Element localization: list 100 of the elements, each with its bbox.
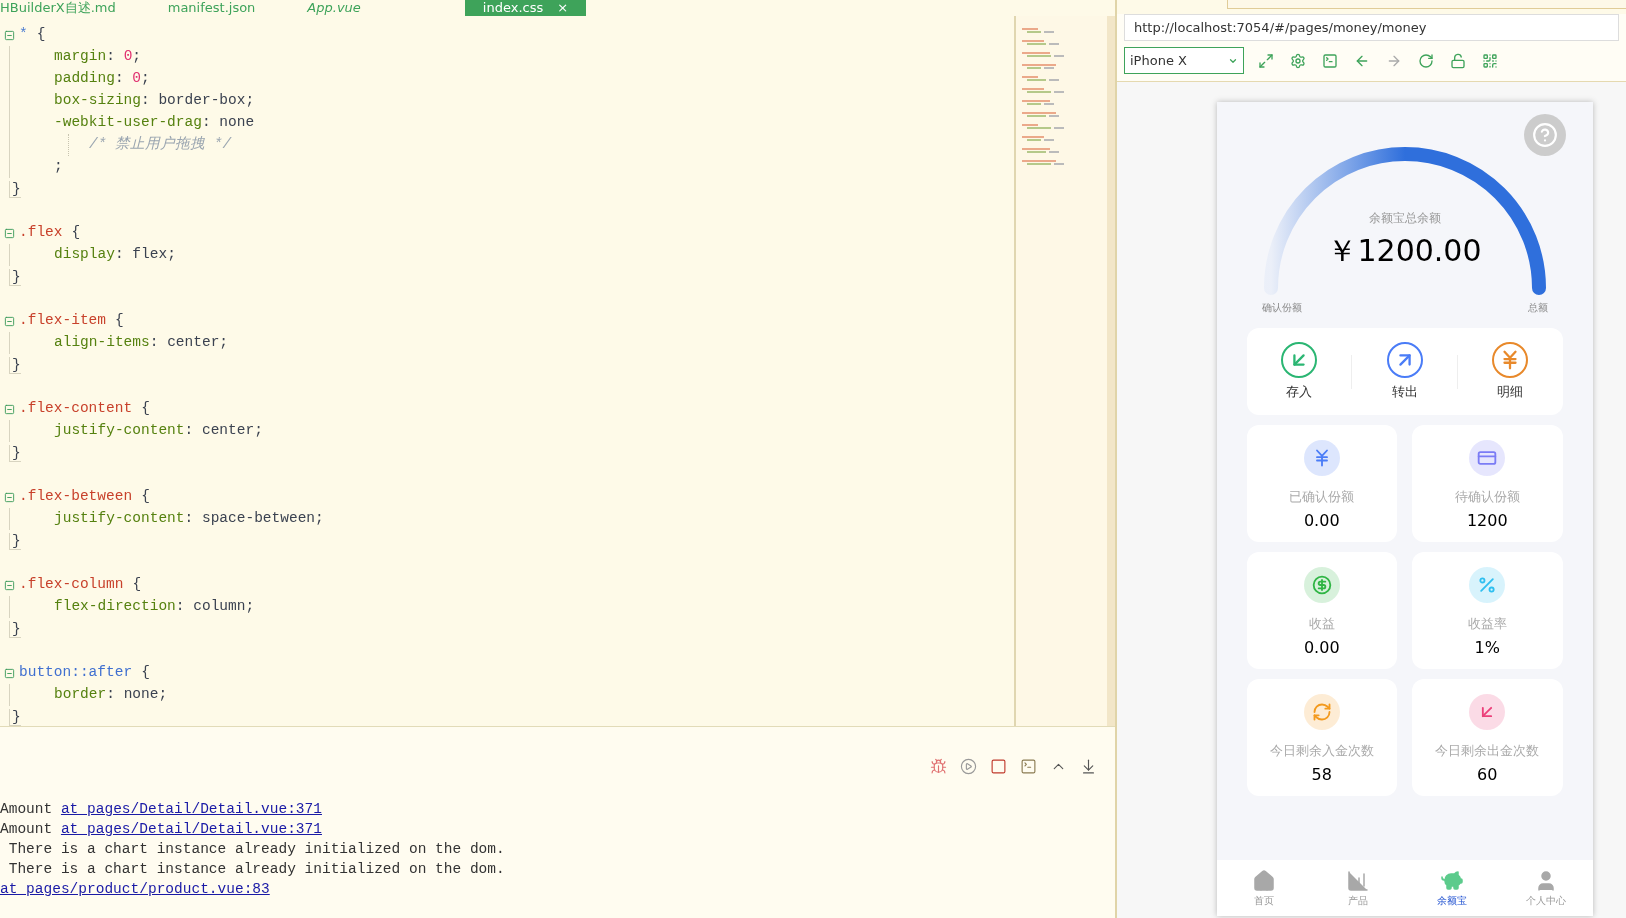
settings-icon[interactable]	[1290, 52, 1306, 69]
gauge-title: 余额宝总余额	[1368, 210, 1441, 227]
unlocked-padlock-icon[interactable]	[1450, 52, 1466, 69]
css-property: border	[54, 685, 107, 705]
code-brace: {	[141, 487, 150, 507]
help-button[interactable]	[1523, 114, 1566, 156]
total-balance: ￥1200.00	[1327, 232, 1482, 270]
help-icon	[1531, 122, 1558, 148]
css-value: none	[123, 685, 159, 705]
gauge-max-label: 总额	[1527, 301, 1548, 315]
css-property: justify-content	[54, 421, 185, 441]
stat-label: 待确认份额	[1454, 488, 1520, 506]
code-punctuation: ;	[254, 421, 263, 441]
source-link[interactable]: at pages/product/product.vue:83	[0, 879, 270, 901]
stat-value: 0.00	[1303, 636, 1340, 659]
code-brace: }	[9, 444, 21, 462]
gauge-min-label: 确认份额	[1261, 301, 1302, 315]
css-property: flex-direction	[54, 597, 176, 617]
css-property: -webkit-user-drag	[54, 113, 202, 133]
stat-value: 60	[1477, 763, 1498, 786]
source-link[interactable]: at pages/Detail/Detail.vue:371	[60, 799, 322, 821]
stat-label: 今日剩余出金次数	[1435, 742, 1540, 760]
css-selector: .flex	[19, 223, 63, 243]
terminal-icon[interactable]	[1020, 758, 1037, 775]
css-value: none	[219, 113, 255, 133]
action-button[interactable]: 存入	[1246, 341, 1352, 402]
fold-icon[interactable]	[4, 667, 15, 679]
code-brace: {	[71, 223, 81, 243]
css-value: 0	[132, 69, 142, 89]
code-punctuation: ;	[158, 685, 168, 705]
css-property: display	[54, 245, 115, 265]
code-punctuation: :	[106, 685, 116, 705]
resize-icon[interactable]	[1258, 52, 1274, 69]
fold-icon[interactable]	[4, 403, 15, 415]
css-value: flex	[132, 245, 168, 265]
css-selector: .flex-content	[19, 399, 133, 419]
code-brace: }	[9, 708, 21, 726]
reload-icon[interactable]	[1418, 52, 1434, 69]
code-punctuation: ;	[245, 597, 255, 617]
stop-icon[interactable]	[990, 758, 1007, 775]
stat-value: 1%	[1474, 636, 1500, 659]
css-selector: .flex-column	[19, 575, 124, 595]
css-property: justify-content	[54, 509, 185, 529]
css-property: margin	[54, 47, 107, 67]
fold-icon[interactable]	[4, 315, 15, 327]
code-punctuation: ;	[132, 47, 142, 67]
code-punctuation: :	[184, 509, 195, 529]
stat-label: 收益率	[1467, 615, 1507, 633]
action-button[interactable]: 明细	[1457, 341, 1563, 402]
code-punctuation: ;	[167, 245, 176, 265]
action-button[interactable]: 转出	[1352, 341, 1457, 402]
code-punctuation: :	[141, 91, 151, 111]
code-brace: {	[141, 399, 150, 419]
code-punctuation: :	[201, 113, 212, 133]
device-select[interactable]: iPhone X	[1124, 47, 1244, 74]
code-brace: }	[9, 620, 21, 638]
code-punctuation: ;	[245, 91, 255, 111]
stat-label: 已确认份额	[1289, 488, 1355, 506]
code-brace: {	[36, 25, 46, 45]
css-value: border-box	[158, 91, 246, 111]
css-value: center	[201, 421, 255, 441]
code-brace: }	[9, 356, 21, 374]
terminal-icon[interactable]	[1322, 52, 1338, 69]
code-punctuation: :	[114, 69, 125, 89]
css-property: padding	[54, 69, 115, 89]
code-punctuation: :	[184, 421, 195, 441]
replay-icon[interactable]	[960, 758, 977, 775]
css-property: align-items	[54, 333, 150, 353]
fold-icon[interactable]	[4, 29, 15, 41]
stat-label: 收益	[1308, 615, 1335, 633]
css-value: center	[167, 333, 220, 353]
stat-value: 1200	[1466, 509, 1508, 532]
code-brace: }	[9, 532, 21, 550]
css-selector: .flex-item	[19, 311, 106, 331]
code-punctuation: :	[175, 597, 186, 617]
code-brace: {	[132, 575, 142, 595]
code-brace: }	[9, 180, 21, 198]
fold-icon[interactable]	[4, 227, 15, 239]
piggy-bank-icon	[1439, 868, 1464, 893]
code-punctuation: :	[114, 245, 125, 265]
console-message: There is a chart instance already initialized on the dom.	[7, 840, 505, 860]
console-message: Amount	[0, 800, 54, 820]
css-selector: .flex-between	[19, 487, 133, 507]
debug-icon[interactable]	[930, 758, 947, 775]
code-brace: {	[115, 311, 124, 331]
code-comment: /* 禁止用户拖拽 */	[89, 135, 232, 155]
source-link[interactable]: at pages/Detail/Detail.vue:371	[60, 819, 322, 841]
stat-value: 0.00	[1303, 509, 1340, 532]
code-punctuation: :	[106, 47, 116, 67]
scrollbar[interactable]	[1107, 16, 1115, 726]
css-value: column	[193, 597, 246, 617]
tab-bar-item[interactable]: 余额宝	[1404, 868, 1499, 908]
css-selector: button::after	[19, 663, 133, 683]
stat-label: 今日剩余入金次数	[1269, 742, 1374, 760]
qr-code-icon[interactable]	[1482, 52, 1498, 69]
url-field[interactable]: http://localhost:7054/#/pages/money/money	[1124, 14, 1619, 41]
code-brace: }	[9, 268, 21, 286]
fold-icon[interactable]	[4, 491, 15, 503]
fold-icon[interactable]	[4, 579, 15, 591]
code-punctuation: ;	[315, 509, 324, 529]
